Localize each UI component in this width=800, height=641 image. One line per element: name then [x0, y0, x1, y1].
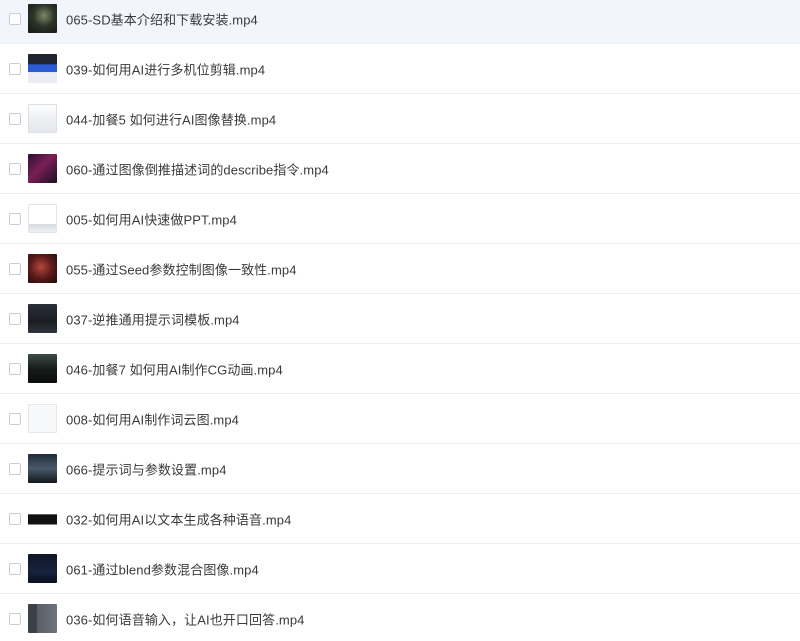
video-thumbnail[interactable]: [28, 353, 57, 383]
video-thumbnail[interactable]: [28, 603, 57, 633]
file-name[interactable]: 044-加餐5 如何进行AI图像替换.mp4: [66, 109, 276, 128]
file-name[interactable]: 039-如何用AI进行多机位剪辑.mp4: [66, 59, 265, 78]
file-name[interactable]: 036-如何语音输入，让AI也开口回答.mp4: [66, 609, 305, 628]
file-name[interactable]: 060-通过图像倒推描述词的describe指令.mp4: [66, 159, 329, 178]
video-thumbnail[interactable]: [28, 3, 57, 33]
file-row[interactable]: 008-如何用AI制作词云图.mp4: [0, 394, 800, 444]
file-checkbox[interactable]: [9, 262, 21, 275]
file-name[interactable]: 061-通过blend参数混合图像.mp4: [66, 559, 259, 578]
file-checkbox[interactable]: [9, 12, 21, 25]
video-thumbnail[interactable]: [28, 553, 57, 583]
video-thumbnail[interactable]: [28, 203, 57, 233]
file-name[interactable]: 032-如何用AI以文本生成各种语音.mp4: [66, 509, 291, 528]
file-name[interactable]: 037-逆推通用提示词模板.mp4: [66, 309, 240, 328]
file-name[interactable]: 065-SD基本介绍和下载安装.mp4: [66, 9, 258, 28]
file-row[interactable]: 044-加餐5 如何进行AI图像替换.mp4: [0, 94, 800, 144]
file-checkbox[interactable]: [9, 112, 21, 125]
file-row[interactable]: 032-如何用AI以文本生成各种语音.mp4: [0, 494, 800, 544]
file-checkbox[interactable]: [9, 412, 21, 425]
file-name[interactable]: 055-通过Seed参数控制图像一致性.mp4: [66, 259, 297, 278]
video-thumbnail[interactable]: [28, 453, 57, 483]
file-row[interactable]: 066-提示词与参数设置.mp4: [0, 444, 800, 494]
file-row[interactable]: 065-SD基本介绍和下载安装.mp4: [0, 0, 800, 44]
file-row[interactable]: 036-如何语音输入，让AI也开口回答.mp4: [0, 594, 800, 641]
file-checkbox[interactable]: [9, 62, 21, 75]
file-row[interactable]: 061-通过blend参数混合图像.mp4: [0, 544, 800, 594]
file-name[interactable]: 005-如何用AI快速做PPT.mp4: [66, 209, 237, 228]
video-thumbnail[interactable]: [28, 403, 57, 433]
video-thumbnail[interactable]: [28, 503, 57, 533]
video-thumbnail[interactable]: [28, 303, 57, 333]
file-checkbox[interactable]: [9, 362, 21, 375]
file-name[interactable]: 008-如何用AI制作词云图.mp4: [66, 409, 239, 428]
file-checkbox[interactable]: [9, 312, 21, 325]
file-checkbox[interactable]: [9, 562, 21, 575]
file-checkbox[interactable]: [9, 512, 21, 525]
file-name[interactable]: 046-加餐7 如何用AI制作CG动画.mp4: [66, 359, 283, 378]
file-checkbox[interactable]: [9, 462, 21, 475]
file-row[interactable]: 037-逆推通用提示词模板.mp4: [0, 294, 800, 344]
file-checkbox[interactable]: [9, 162, 21, 175]
file-list: 065-SD基本介绍和下载安装.mp4 039-如何用AI进行多机位剪辑.mp4 0…: [0, 0, 800, 641]
file-row[interactable]: 005-如何用AI快速做PPT.mp4: [0, 194, 800, 244]
file-row[interactable]: 060-通过图像倒推描述词的describe指令.mp4: [0, 144, 800, 194]
video-thumbnail[interactable]: [28, 253, 57, 283]
video-thumbnail[interactable]: [28, 153, 57, 183]
video-thumbnail[interactable]: [28, 103, 57, 133]
file-row[interactable]: 055-通过Seed参数控制图像一致性.mp4: [0, 244, 800, 294]
file-row[interactable]: 046-加餐7 如何用AI制作CG动画.mp4: [0, 344, 800, 394]
video-thumbnail[interactable]: [28, 53, 57, 83]
file-name[interactable]: 066-提示词与参数设置.mp4: [66, 459, 227, 478]
file-checkbox[interactable]: [9, 612, 21, 625]
file-checkbox[interactable]: [9, 212, 21, 225]
file-row[interactable]: 039-如何用AI进行多机位剪辑.mp4: [0, 44, 800, 94]
